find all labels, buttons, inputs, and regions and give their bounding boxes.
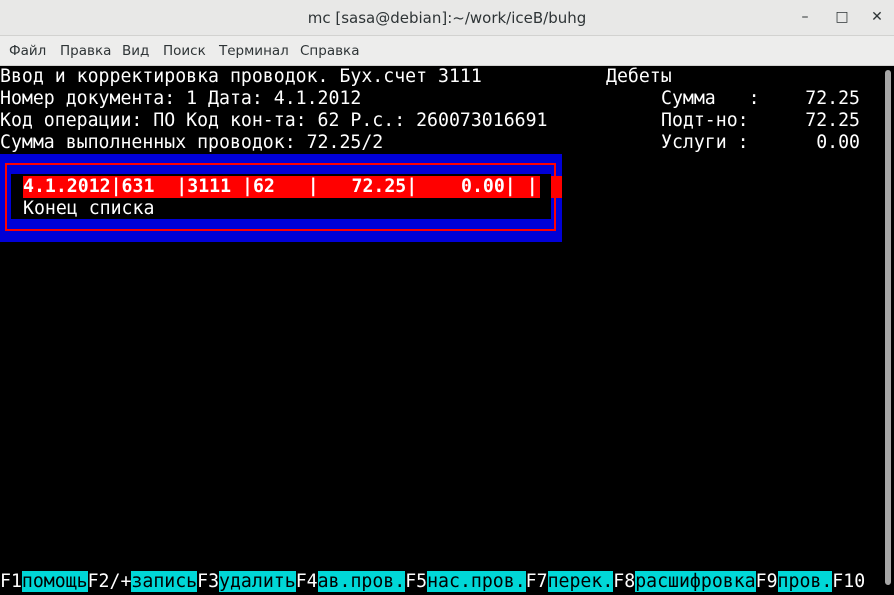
close-icon[interactable]: ✕ (868, 8, 886, 26)
fkey-f5[interactable]: F5 (405, 571, 427, 592)
debits-title: Дебеты (606, 66, 672, 87)
header-line-4: Сумма выполненных проводок: 72.25/2 (0, 132, 384, 153)
fkey-f9[interactable]: F9 (756, 571, 778, 592)
scrollbar-thumb[interactable] (885, 70, 891, 585)
header-line-1: Ввод и корректировка проводок. Бух.счет … (0, 66, 482, 87)
function-key-bar: F1помощьF2/+записьF3удалитьF4ав.пров.F5н… (0, 571, 865, 593)
menu-bar: Файл Правка Вид Поиск Терминал Справка (0, 36, 894, 66)
list-end-text: Конец списка (23, 198, 155, 219)
debits-sum-label: Сумма : (661, 88, 760, 109)
fkey-f5-label[interactable]: нас.пров. (427, 571, 526, 592)
header-line-3: Код операции: ПО Код кон-та: 62 Р.с.: 26… (0, 110, 548, 131)
fkey-f4-label[interactable]: ав.пров. (317, 571, 406, 592)
fkey-f3-label[interactable]: удалить (219, 571, 296, 592)
debits-sum-value: 72.25 (805, 88, 860, 109)
fkey-f8[interactable]: F8 (613, 571, 635, 592)
menu-view[interactable]: Вид (122, 43, 149, 59)
fkey-f1-label[interactable]: помощь (21, 571, 88, 592)
terminal-area[interactable]: Ввод и корректировка проводок. Бух.счет … (0, 66, 882, 595)
fkey-f7[interactable]: F7 (526, 571, 548, 592)
fkey-f8-label[interactable]: расшифровка (635, 571, 756, 592)
window-titlebar: mc [sasa@debian]:~/work/iceB/buhg – □ ✕ (0, 0, 894, 36)
fkey-f9-label[interactable]: пров. (777, 571, 833, 592)
list-row-selected[interactable]: 4.1.2012|631 |3111 |62 | 72.25| 0.00| | (23, 176, 540, 198)
menu-file[interactable]: Файл (9, 43, 46, 59)
menu-edit[interactable]: Правка (60, 43, 111, 59)
debits-confirmed-value: 72.25 (805, 110, 860, 131)
fkey-f10[interactable]: F10 (832, 571, 865, 592)
debits-confirmed-label: Подт-но: (661, 110, 749, 131)
fkey-f7-label[interactable]: перек. (547, 571, 614, 592)
menu-terminal[interactable]: Терминал (219, 43, 289, 59)
menu-search[interactable]: Поиск (163, 43, 206, 59)
window-title: mc [sasa@debian]:~/work/iceB/buhg (307, 9, 587, 27)
maximize-icon[interactable]: □ (833, 8, 851, 26)
debits-services-label: Услуги : (661, 132, 749, 153)
fkey-f3[interactable]: F3 (197, 571, 219, 592)
list-row-selected-tail (551, 176, 562, 198)
fkey-f1[interactable]: F1 (0, 571, 22, 592)
fkey-f2[interactable]: F2/+ (88, 571, 132, 592)
header-line-2: Номер документа: 1 Дата: 4.1.2012 (0, 88, 362, 109)
fkey-f4[interactable]: F4 (296, 571, 318, 592)
debits-services-value: 0.00 (816, 132, 860, 153)
minimize-icon[interactable]: – (796, 8, 814, 26)
fkey-f2-label[interactable]: запись (131, 571, 198, 592)
menu-help[interactable]: Справка (300, 43, 359, 59)
